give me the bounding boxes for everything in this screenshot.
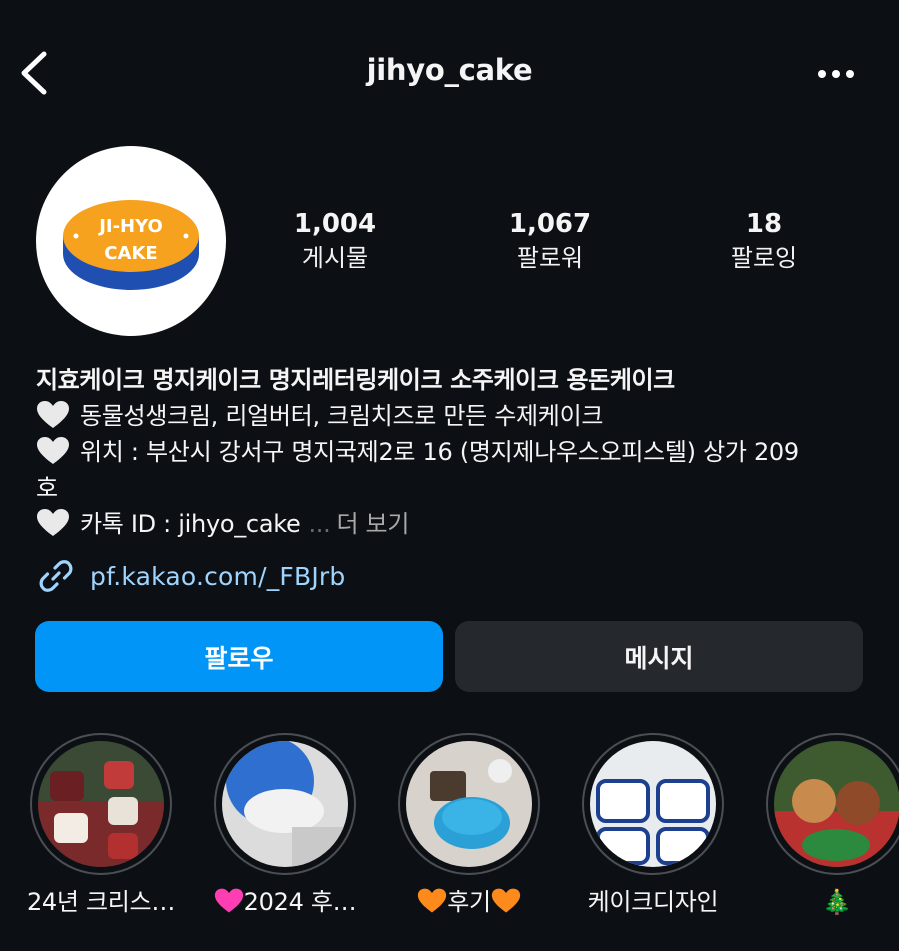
highlight-item[interactable]: 2024 후… <box>193 733 377 919</box>
highlight-ring <box>30 733 172 875</box>
highlight-thumbnail <box>590 741 716 867</box>
profile-username-title: jihyo_cake <box>366 53 533 87</box>
bio-link[interactable]: pf.kakao.com/_FBJrb <box>90 562 346 591</box>
orange-heart-icon <box>491 888 520 913</box>
bio-line: 카톡 ID : jihyo_cake... 더 보기 <box>36 506 866 542</box>
highlight-label: 24년 크리스… <box>26 888 176 916</box>
highlight-ring <box>582 733 724 875</box>
highlight-thumbnail <box>38 741 164 867</box>
highlight-thumbnail <box>774 741 899 867</box>
bio-line: 호 <box>36 474 58 502</box>
posts-label: 게시물 <box>301 244 369 272</box>
svg-text:JI-HYO: JI-HYO <box>97 216 163 237</box>
profile-bio: 지효케이크 명지케이크 명지레터링케이크 소주케이크 용돈케이크 동물성생크림,… <box>36 362 866 542</box>
more-horizontal-icon <box>818 70 854 78</box>
profile-avatar[interactable]: JI-HYO CAKE <box>36 146 226 336</box>
following-label: 팔로잉 <box>730 244 798 272</box>
highlight-ring <box>214 733 356 875</box>
bio-ellipsis: ... <box>308 510 331 538</box>
highlight-item[interactable]: 케이크디자인 <box>561 733 745 919</box>
following-stat[interactable]: 18 팔로잉 <box>674 206 854 274</box>
followers-count: 1,067 <box>508 209 592 239</box>
more-options-button[interactable] <box>810 60 862 88</box>
posts-count: 1,004 <box>293 209 377 239</box>
highlight-label: 🎄 <box>822 888 852 916</box>
bio-line: 동물성생크림, 리얼버터, 크림치즈로 만든 수제케이크 <box>36 398 866 434</box>
bio-name: 지효케이크 명지케이크 명지레터링케이크 소주케이크 용돈케이크 <box>36 366 675 394</box>
highlight-item[interactable]: 🎄 <box>745 733 899 919</box>
highlight-item[interactable]: 후기 <box>377 733 561 919</box>
orange-heart-icon <box>418 888 447 913</box>
highlight-thumbnail <box>406 741 532 867</box>
white-heart-icon <box>37 437 69 464</box>
top-bar: jihyo_cake <box>0 0 899 150</box>
white-heart-icon <box>37 509 69 536</box>
highlight-ring <box>766 733 899 875</box>
followers-stat[interactable]: 1,067 팔로워 <box>460 206 640 274</box>
bio-more-link[interactable]: 더 보기 <box>336 510 409 538</box>
svg-text:CAKE: CAKE <box>104 243 157 264</box>
bio-line: 위치 : 부산시 강서구 명지국제2로 16 (명지제나우스오피스텔) 상가 2… <box>36 434 866 470</box>
link-icon <box>39 560 73 592</box>
highlight-label: 후기 <box>377 885 561 919</box>
message-button[interactable]: 메시지 <box>455 621 863 692</box>
following-count: 18 <box>745 209 783 239</box>
cake-logo-image: JI-HYO CAKE <box>63 200 199 290</box>
followers-label: 팔로워 <box>516 244 584 272</box>
highlight-item[interactable]: 24년 크리스… <box>9 733 193 919</box>
highlight-ring <box>398 733 540 875</box>
white-heart-icon <box>37 401 69 428</box>
highlight-label: 2024 후… <box>193 885 377 919</box>
profile-page: jihyo_cake JI-HYO CAKE 1,004 게시물 1,067 팔… <box>0 0 899 951</box>
bio-link-row[interactable]: pf.kakao.com/_FBJrb <box>36 556 346 596</box>
posts-stat[interactable]: 1,004 게시물 <box>245 206 425 274</box>
highlight-label: 케이크디자인 <box>587 888 719 916</box>
highlight-thumbnail <box>222 741 348 867</box>
pink-heart-icon <box>214 888 243 913</box>
follow-button[interactable]: 팔로우 <box>35 621 443 692</box>
